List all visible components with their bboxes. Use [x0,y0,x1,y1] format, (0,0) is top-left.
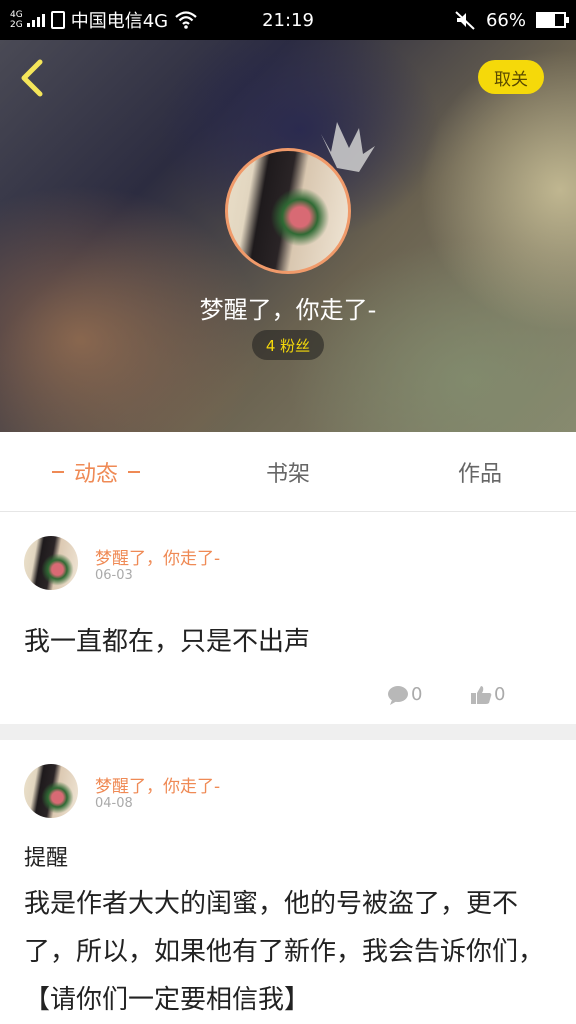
comment-button[interactable]: 0 [387,684,422,705]
profile-tabs: 动态 书架 作品 [0,432,576,512]
back-button[interactable] [14,56,54,100]
battery-icon [536,12,569,28]
feed-divider [0,724,576,740]
like-count: 0 [494,684,506,705]
post-date: 06-03 [95,568,133,583]
sim-icon [50,11,65,29]
avatar[interactable] [24,764,78,818]
battery-percent: 66% [485,9,526,31]
post-title: 提醒 [24,846,69,871]
crown-icon [321,122,375,172]
tab-label: 动态 [73,461,118,487]
tab-label: 作品 [457,461,502,487]
feed-post[interactable]: 梦醒了，你走了- 06-03 我一直都在，只是不出声 0 0 [0,512,576,724]
tab-dynamics[interactable]: 动态 [0,432,192,511]
profile-header: 取关 梦醒了，你走了- 4 粉丝 [0,40,576,432]
network-type-top: 4G [10,10,23,20]
network-type-bottom: 2G [10,20,23,30]
clock: 21:19 [262,9,314,31]
wifi-icon [175,11,197,29]
tab-label: 书架 [265,461,310,487]
tab-bookshelf[interactable]: 书架 [192,432,384,511]
profile-username: 梦醒了，你走了- [199,296,377,324]
post-text: 我是作者大大的闺蜜，他的号被盗了，更不了，所以，如果他有了新作，我会告诉你们，【… [24,889,545,1015]
fans-count[interactable]: 4 粉丝 [252,330,324,360]
feed-post[interactable]: 梦醒了，你走了- 04-08 提醒 我是作者大大的闺蜜，他的号被盗了，更不了，所… [0,740,576,1024]
tab-indicator-right [128,470,140,473]
avatar[interactable] [24,536,78,590]
tab-works[interactable]: 作品 [384,432,576,511]
chevron-left-icon [21,59,43,97]
network-type: 4G 2G [10,10,23,30]
thumbs-up-icon [471,685,492,704]
comment-icon [388,685,408,705]
tab-indicator-left [51,470,64,473]
mute-icon [455,11,475,30]
post-date: 04-08 [95,796,133,811]
post-author[interactable]: 梦醒了，你走了- [95,772,220,797]
signal-icon [26,13,45,27]
battery-level [538,14,556,26]
like-button[interactable]: 0 [470,684,505,705]
unfollow-button[interactable]: 取关 [478,60,544,94]
post-author[interactable]: 梦醒了，你走了- [95,544,220,569]
comment-count: 0 [411,684,423,705]
carrier-name: 中国电信4G [70,11,169,32]
post-text: 我一直都在，只是不出声 [24,627,311,657]
profile-avatar-wrap [225,122,375,274]
status-bar: 4G 2G 中国电信4G 21:19 66% [0,0,576,40]
